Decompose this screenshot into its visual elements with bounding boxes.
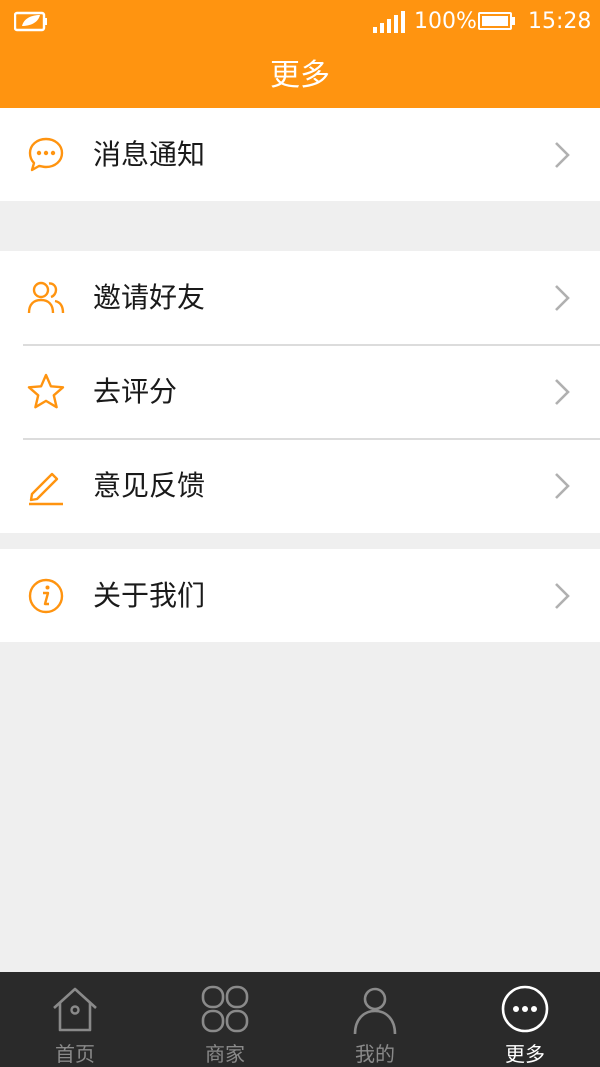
- battery-percent: 100%: [414, 9, 477, 34]
- pencil-icon: [29, 472, 63, 506]
- menu-item-about-us[interactable]: 关于我们: [0, 549, 600, 643]
- chat-bubble-icon: [28, 137, 64, 172]
- more-icon: [501, 985, 549, 1033]
- menu-item-label: 去评分: [93, 375, 178, 408]
- menu-group-notifications: 消息通知: [0, 108, 600, 201]
- menu-item-label: 消息通知: [93, 138, 206, 171]
- chevron-right-icon: [555, 473, 570, 499]
- battery-icon: [478, 11, 516, 37]
- header-bar: 100% 15:28 更多: [0, 0, 600, 108]
- menu-group-about: 关于我们: [0, 549, 600, 642]
- menu-item-label: 邀请好友: [93, 281, 206, 314]
- chevron-right-icon: [555, 142, 570, 168]
- menu-item-label: 关于我们: [93, 579, 206, 612]
- profile-icon: [353, 987, 397, 1034]
- tab-label: 商家: [205, 1042, 245, 1066]
- menu-group-app: 邀请好友 去评分 意见反馈: [0, 251, 600, 533]
- menu-item-label: 意见反馈: [93, 469, 206, 502]
- chevron-right-icon: [555, 379, 570, 405]
- tab-home[interactable]: 首页: [0, 972, 150, 1067]
- tab-label: 我的: [355, 1042, 395, 1066]
- menu-item-message-notice[interactable]: 消息通知: [0, 108, 600, 202]
- chevron-right-icon: [555, 285, 570, 311]
- bottom-tab-bar: 首页 商家 我的 更多: [0, 972, 600, 1067]
- menu-item-feedback[interactable]: 意见反馈: [0, 439, 600, 533]
- tab-merchants[interactable]: 商家: [150, 972, 300, 1067]
- merchants-icon: [201, 985, 249, 1033]
- friends-icon: [27, 281, 65, 314]
- tab-label: 首页: [55, 1042, 95, 1066]
- home-icon: [53, 987, 97, 1032]
- signal-icon: [372, 10, 406, 40]
- tab-profile[interactable]: 我的: [300, 972, 450, 1067]
- star-icon: [27, 373, 65, 409]
- tab-label: 更多: [505, 1042, 545, 1066]
- chevron-right-icon: [555, 583, 570, 609]
- info-icon: [28, 578, 64, 614]
- menu-item-rate[interactable]: 去评分: [0, 345, 600, 439]
- status-bar: 100% 15:28: [0, 0, 600, 44]
- menu-item-invite-friends[interactable]: 邀请好友: [0, 251, 600, 345]
- clock-time: 15:28: [528, 9, 592, 34]
- page-title: 更多: [270, 58, 330, 93]
- leaf-battery-icon: [13, 9, 48, 39]
- tab-more[interactable]: 更多: [450, 972, 600, 1067]
